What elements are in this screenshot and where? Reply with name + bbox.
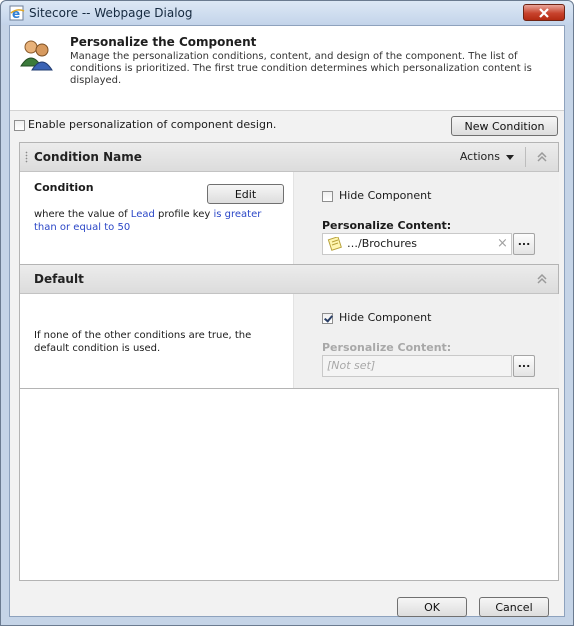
new-condition-button[interactable]: New Condition: [451, 116, 558, 136]
drag-handle-icon[interactable]: [25, 151, 28, 163]
hide-component-label: Hide Component: [339, 189, 432, 202]
close-button[interactable]: [523, 4, 565, 21]
condition-left-column: Condition Edit where the value of Lead p…: [20, 172, 293, 264]
default-right-column: Hide Component Personalize Content: [Not…: [293, 294, 559, 388]
default-left-column: If none of the other conditions are true…: [20, 294, 293, 388]
browse-content-button[interactable]: ...: [513, 233, 535, 255]
conditions-empty-area: [19, 389, 559, 581]
double-chevron-up-icon[interactable]: [536, 152, 548, 162]
dialog-heading: Personalize the Component: [70, 35, 257, 49]
users-icon: [20, 40, 53, 71]
condition-panel-header: Condition Name Actions: [20, 143, 558, 172]
condition-heading: Condition: [34, 181, 94, 194]
personalize-content-label: Personalize Content:: [322, 219, 452, 232]
default-description: If none of the other conditions are true…: [34, 330, 252, 354]
default-personalize-content-label: Personalize Content:: [322, 341, 452, 354]
header-separator: [525, 147, 526, 167]
hide-component-checkbox[interactable]: [322, 191, 333, 202]
rule-value-link[interactable]: 50: [117, 222, 130, 233]
svg-text:e: e: [12, 7, 20, 21]
content-field[interactable]: …/Brochures ×: [322, 233, 512, 255]
content-value: …/Brochures: [347, 237, 418, 250]
dialog-header: Personalize the Component Manage the per…: [10, 26, 564, 111]
condition-rule: where the value of Lead profile key is g…: [34, 208, 284, 234]
condition-panel: Condition Name Actions Condition Edit wh…: [19, 142, 559, 265]
document-icon: [327, 237, 342, 251]
edit-condition-button[interactable]: Edit: [207, 184, 284, 204]
ok-button[interactable]: OK: [397, 597, 467, 617]
default-panel-header: Default: [20, 265, 558, 294]
default-hide-component-checkbox[interactable]: [322, 313, 333, 324]
double-chevron-up-icon[interactable]: [536, 274, 548, 284]
toolbar: Enable personalization of component desi…: [10, 111, 564, 139]
ie-page-icon: e: [9, 5, 25, 21]
enable-design-checkbox[interactable]: [14, 120, 25, 131]
title-bar[interactable]: e Sitecore -- Webpage Dialog: [1, 1, 573, 25]
chevron-down-icon: [506, 154, 514, 160]
enable-design-label: Enable personalization of component desi…: [28, 118, 277, 131]
default-content-value: [Not set]: [327, 359, 376, 372]
rule-key-link[interactable]: Lead: [131, 209, 155, 220]
dialog-description: Manage the personalization conditions, c…: [70, 51, 532, 86]
clear-content-icon[interactable]: ×: [497, 236, 508, 251]
actions-label: Actions: [459, 150, 500, 163]
close-icon: [539, 8, 549, 18]
condition-name: Condition Name: [34, 150, 142, 164]
cancel-button[interactable]: Cancel: [479, 597, 549, 617]
default-browse-button[interactable]: ...: [513, 355, 535, 377]
actions-menu[interactable]: Actions: [460, 150, 514, 163]
condition-right-column: Hide Component Personalize Content: …/Br…: [293, 172, 559, 264]
default-hide-component-label: Hide Component: [339, 311, 432, 324]
rule-middle: profile key: [154, 209, 214, 220]
default-panel: Default If none of the other conditions …: [19, 265, 559, 389]
dialog-window: e Sitecore -- Webpage Dialog Personalize…: [0, 0, 574, 626]
rule-prefix: where the value of: [34, 209, 131, 220]
default-content-field: [Not set]: [322, 355, 512, 377]
default-title: Default: [34, 272, 84, 286]
window-title: Sitecore -- Webpage Dialog: [29, 6, 193, 20]
